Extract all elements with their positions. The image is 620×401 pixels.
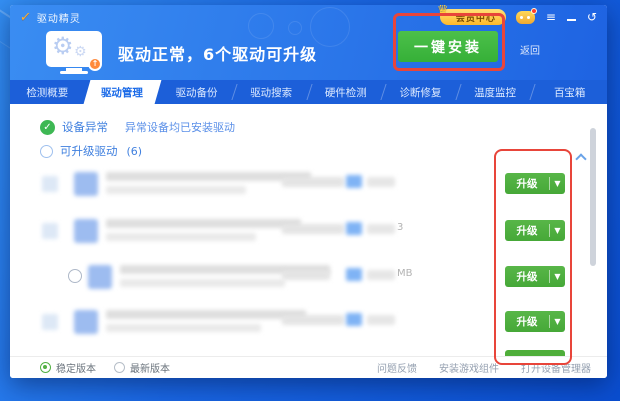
gear-icon: ⚙ <box>74 44 87 60</box>
notification-dot <box>531 8 537 14</box>
driver-detail-redacted <box>106 324 261 332</box>
tab-detection-summary[interactable]: 检测概要 <box>10 80 85 104</box>
scrollbar-thumb[interactable] <box>590 128 596 266</box>
device-icon <box>88 265 112 289</box>
one-click-install-button[interactable]: 一键安装 <box>398 31 498 62</box>
latest-version-label: 最新版本 <box>130 360 170 375</box>
driver-detail-redacted <box>120 279 285 287</box>
driver-version-redacted <box>282 224 344 234</box>
driver-size-suffix: 3 <box>397 222 403 233</box>
upgrade-button[interactable]: 升级 ▼ <box>505 220 565 241</box>
upgrade-arrow-icon: ↑ <box>88 57 102 71</box>
device-status-line: ✓ 设备异常 异常设备均已安装驱动 <box>40 119 235 135</box>
gamepad-dot-icon <box>520 16 523 19</box>
window-header: ✓ 驱动精灵 ♛ 会员中心 ≡ ↺ ⚙ <box>10 5 607 80</box>
stable-version-radio[interactable] <box>40 362 51 373</box>
device-status-label: 设备异常 <box>62 119 108 135</box>
row-checkbox[interactable] <box>42 314 58 330</box>
upgradable-label: 可升级驱动 <box>60 143 118 159</box>
back-to-old-button[interactable]: ↺ <box>587 11 597 23</box>
app-window: ✓ 驱动精灵 ♛ 会员中心 ≡ ↺ ⚙ <box>10 5 607 378</box>
caret-down-icon[interactable]: ▼ <box>550 317 565 326</box>
driver-size-redacted <box>367 177 395 187</box>
upgrade-button[interactable]: 升级 ▼ <box>505 311 565 332</box>
tab-toolbox[interactable]: 百宝箱 <box>532 80 607 104</box>
upgradable-count: (6) <box>127 145 143 158</box>
driver-size-redacted <box>367 224 395 234</box>
driver-name-redacted <box>106 310 306 319</box>
driver-detail-redacted <box>106 233 256 241</box>
driver-version-redacted <box>282 315 344 325</box>
tab-temperature-monitor[interactable]: 温度监控 <box>458 80 533 104</box>
feedback-link[interactable]: 问题反馈 <box>377 360 417 375</box>
menu-button[interactable]: ≡ <box>546 11 556 23</box>
driver-name-redacted <box>106 219 301 228</box>
device-icon <box>74 172 98 196</box>
member-center-label: 会员中心 <box>456 11 496 24</box>
driver-row[interactable]: 3 升级 ▼ <box>10 209 607 253</box>
install-game-components-link[interactable]: 安装游戏组件 <box>439 360 499 375</box>
upgrade-button[interactable]: 升级 ▼ <box>505 173 565 194</box>
app-logo-icon: ✓ <box>19 10 32 25</box>
upgradable-section-header: 可升级驱动 (6) <box>40 143 142 159</box>
latest-version-radio[interactable] <box>114 362 125 373</box>
gear-icon: ⚙ <box>52 32 74 60</box>
caret-down-icon[interactable]: ▼ <box>550 226 565 235</box>
driver-row[interactable]: 升级 ▼ <box>10 162 607 206</box>
crown-icon: ♛ <box>437 5 449 18</box>
caret-down-icon[interactable]: ▼ <box>550 179 565 188</box>
driver-size-redacted <box>367 270 395 280</box>
check-icon: ✓ <box>40 120 55 135</box>
driver-version-highlight <box>346 268 362 281</box>
driver-version-highlight <box>346 175 362 188</box>
tab-driver-management[interactable]: 驱动管理 <box>85 80 160 104</box>
driver-version-redacted <box>282 177 344 187</box>
row-checkbox[interactable] <box>42 176 58 192</box>
member-center-button[interactable]: ♛ 会员中心 <box>440 9 506 25</box>
driver-row[interactable]: MB 升级 ▼ <box>10 255 607 299</box>
driver-version-redacted <box>282 270 330 280</box>
tab-driver-backup[interactable]: 驱动备份 <box>159 80 234 104</box>
driver-list-panel: ✓ 设备异常 异常设备均已安装驱动 可升级驱动 (6) 升级 <box>10 104 607 356</box>
titlebar: ✓ 驱动精灵 ♛ 会员中心 ≡ ↺ <box>10 5 607 29</box>
stable-version-label: 稳定版本 <box>56 360 96 375</box>
monitor-gears-icon: ⚙ ⚙ ↑ <box>46 31 104 77</box>
tab-diagnosis-repair[interactable]: 诊断修复 <box>383 80 458 104</box>
upgrade-button[interactable]: 升级 ▼ <box>505 266 565 287</box>
device-icon <box>74 310 98 334</box>
header-row: ⚙ ⚙ ↑ 驱动正常，6个驱动可升级 一键安装 返回 <box>10 29 607 80</box>
caret-down-icon[interactable]: ▼ <box>550 272 565 281</box>
footer-bar: 稳定版本 最新版本 问题反馈 安装游戏组件 打开设备管理器 <box>10 356 607 378</box>
tab-bar: 检测概要 驱动管理 驱动备份 驱动搜索 硬件检测 诊断修复 温度监控 百宝箱 <box>10 80 607 104</box>
driver-size-suffix: MB <box>397 268 413 279</box>
return-link[interactable]: 返回 <box>520 42 540 57</box>
driver-version-highlight <box>346 222 362 235</box>
driver-size-redacted <box>367 315 395 325</box>
driver-row[interactable]: 升级 ▼ <box>10 300 607 344</box>
open-device-manager-link[interactable]: 打开设备管理器 <box>521 360 591 375</box>
driver-status-text: 驱动正常，6个驱动可升级 <box>118 41 317 65</box>
row-checkbox[interactable] <box>42 223 58 239</box>
row-radio[interactable] <box>68 269 82 283</box>
device-icon <box>74 219 98 243</box>
driver-version-highlight <box>346 313 362 326</box>
section-radio[interactable] <box>40 145 53 158</box>
tab-driver-search[interactable]: 驱动搜索 <box>234 80 309 104</box>
gamepad-dot-icon <box>527 16 530 19</box>
app-title: 驱动精灵 <box>37 10 81 25</box>
desktop: ✓ 驱动精灵 ♛ 会员中心 ≡ ↺ ⚙ <box>0 0 620 401</box>
tab-hardware-detection[interactable]: 硬件检测 <box>309 80 384 104</box>
device-status-desc: 异常设备均已安装驱动 <box>125 119 235 135</box>
minimize-button[interactable] <box>567 19 576 21</box>
monitor-base <box>60 71 88 74</box>
game-center-button[interactable] <box>516 11 535 24</box>
driver-name-redacted <box>106 172 311 181</box>
driver-detail-redacted <box>106 186 246 194</box>
